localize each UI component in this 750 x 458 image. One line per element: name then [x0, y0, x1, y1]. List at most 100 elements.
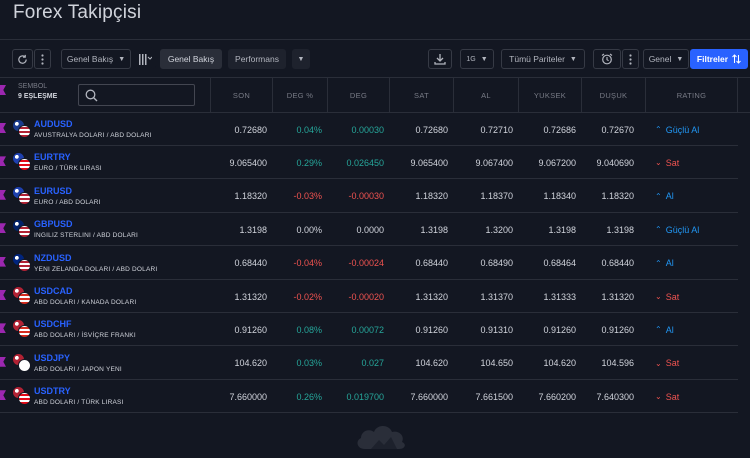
table-row[interactable]: AUDUSD AVUSTRALYA DOLARI / ABD DOLARI 0.72…	[0, 113, 738, 146]
pairs-select[interactable]: Tümü Pariteler ▼	[501, 49, 585, 69]
filters-button[interactable]: Filtreler	[690, 49, 748, 69]
cell-al: 1.18370	[480, 191, 513, 202]
table-row[interactable]: USDJPY ABD DOLARI / JAPON YENI 104.620 0.03…	[0, 347, 738, 380]
cell-deg: 0.00072	[351, 324, 384, 335]
watchlist-flag-icon[interactable]	[0, 323, 6, 334]
rating-badge: ⌄ Sat	[655, 380, 679, 413]
cell-dusuk: 104.596	[601, 358, 634, 369]
download-button[interactable]	[428, 49, 452, 69]
cell-dusuk: 1.18320	[601, 191, 634, 202]
cell-al: 0.91310	[480, 324, 513, 335]
cell-yuksek: 0.72686	[543, 124, 576, 135]
tabs-more-button[interactable]: ▼	[292, 49, 310, 69]
cell-son: 1.3198	[239, 224, 267, 235]
refresh-button[interactable]	[12, 49, 33, 69]
table-row[interactable]: EURUSD EURO / ABD DOLARI 1.18320 -0.03% -0.0…	[0, 180, 738, 213]
cell-al: 9.067400	[475, 157, 513, 168]
cell-yuksek: 0.68464	[543, 258, 576, 269]
cell-yuksek: 1.18340	[543, 191, 576, 202]
tab-overview[interactable]: Genel Bakış	[160, 49, 222, 69]
symbol-link[interactable]: NZDUSD	[34, 253, 72, 263]
kebab-icon	[41, 53, 44, 65]
watchlist-flag-icon[interactable]	[0, 356, 6, 367]
table-row[interactable]: NZDUSD YENI ZELANDA DOLARI / ABD DOLARI 0.…	[0, 247, 738, 280]
column-header-deg[interactable]: DEG	[328, 78, 390, 113]
symbol-link[interactable]: USDCHF	[34, 319, 72, 329]
rating-label: Al	[665, 324, 674, 335]
column-header-sat[interactable]: SAT	[390, 78, 454, 113]
symbol-link[interactable]: EURUSD	[34, 186, 72, 196]
cell-yuksek: 0.91260	[543, 324, 576, 335]
cell-dusuk: 1.3198	[606, 224, 634, 235]
column-header-dusuk[interactable]: DUŞUK	[582, 78, 646, 113]
currency-pair-flags-icon	[12, 286, 32, 306]
cell-deg: -0.00024	[348, 258, 384, 269]
symbol-link[interactable]: USDCAD	[34, 286, 73, 296]
watchlist-flag-icon[interactable]	[0, 189, 6, 200]
cell-dusuk: 7.640300	[596, 391, 634, 402]
symbol-link[interactable]: AUDUSD	[34, 119, 73, 129]
column-header-yuksek[interactable]: YUKSEK	[519, 78, 582, 113]
quote-currency-flag-icon	[18, 158, 31, 172]
cell-sat: 9.065400	[410, 157, 448, 168]
cell-al: 1.3200	[485, 224, 513, 235]
table-row[interactable]: GBPUSD INGILIZ STERLINI / ABD DOLARI 1.319…	[0, 213, 738, 247]
cell-dusuk: 0.68440	[601, 258, 634, 269]
match-count: 9 EŞLEŞME	[18, 93, 58, 100]
column-header-al[interactable]: AL	[454, 78, 519, 113]
more-options-button[interactable]	[34, 49, 51, 69]
symbol-description: EURO / ABD DOLARI	[34, 198, 101, 206]
cell-dusuk: 1.31320	[601, 291, 634, 302]
symbol-description: EURO / TÜRK LIRASI	[34, 165, 102, 173]
columns-button[interactable]	[134, 49, 156, 69]
cell-sat: 0.72680	[415, 124, 448, 135]
watchlist-flag-icon[interactable]	[0, 256, 6, 267]
alarm-button[interactable]	[593, 49, 621, 69]
alarm-more-button[interactable]	[622, 49, 639, 69]
cell-deg-pct: 0.04%	[296, 124, 322, 135]
tab-performance[interactable]: Performans	[228, 49, 286, 69]
columns-icon	[138, 53, 152, 65]
view-select[interactable]: Genel Bakış ▼	[61, 49, 131, 69]
refresh-icon	[18, 54, 27, 64]
symbol-description: ABD DOLARI / İSVİÇRE FRANKI	[34, 332, 136, 340]
column-header-deg-pct[interactable]: DEG %	[273, 78, 328, 113]
rating-badge: ⌄ Sat	[655, 146, 679, 179]
watchlist-flag-icon[interactable]	[0, 123, 6, 133]
column-header-rating[interactable]: RATING	[646, 78, 738, 113]
table-row[interactable]: USDCHF ABD DOLARI / İSVİÇRE FRANKI 0.91260…	[0, 313, 738, 347]
column-header-son[interactable]: SON	[211, 78, 273, 113]
quote-currency-flag-icon	[18, 225, 31, 239]
chevron-down-icon: ▼	[297, 55, 305, 63]
symbol-description: ABD DOLARI / JAPON YENI	[34, 365, 122, 373]
cell-dusuk: 0.91260	[601, 324, 634, 335]
interval-select[interactable]: 1G ▼	[460, 49, 494, 69]
cell-son: 7.660000	[229, 391, 267, 402]
quote-currency-flag-icon	[18, 358, 31, 372]
table-row[interactable]: USDTRY ABD DOLARI / TÜRK LIRASI 7.660000 0.…	[0, 380, 738, 414]
watchlist-flag-icon[interactable]	[0, 390, 6, 401]
cell-deg-pct: -0.04%	[293, 258, 322, 269]
rating-badge: ⌃ Güçlü Al	[655, 213, 699, 246]
page-title: Forex Takipçisi	[13, 2, 142, 23]
rating-label: Al	[665, 258, 674, 269]
symbol-link[interactable]: GBPUSD	[34, 219, 73, 229]
table-row[interactable]: USDCAD ABD DOLARI / KANADA DOLARI 1.31320 -…	[0, 280, 738, 313]
general-select[interactable]: Genel ▼	[643, 49, 689, 69]
watchlist-flag-icon[interactable]	[0, 290, 6, 300]
cell-deg-pct: 0.29%	[296, 157, 322, 168]
rating-badge: ⌃ Güçlü Al	[655, 113, 699, 146]
cell-yuksek: 104.620	[543, 358, 576, 369]
watchlist-flag-icon[interactable]	[0, 85, 6, 95]
cell-deg-pct: 0.26%	[296, 391, 322, 402]
table-row[interactable]: EURTRY EURO / TÜRK LIRASI 9.065400 0.29% 0.0…	[0, 146, 738, 180]
cell-al: 7.661500	[475, 391, 513, 402]
symbol-search[interactable]	[78, 84, 195, 106]
scrollbar[interactable]	[740, 113, 748, 413]
rating-label: Güçlü Al	[665, 124, 700, 135]
symbol-link[interactable]: USDJPY	[34, 353, 70, 363]
symbol-link[interactable]: EURTRY	[34, 152, 71, 162]
watchlist-flag-icon[interactable]	[0, 223, 6, 234]
watchlist-flag-icon[interactable]	[0, 156, 6, 167]
symbol-link[interactable]: USDTRY	[34, 386, 71, 396]
